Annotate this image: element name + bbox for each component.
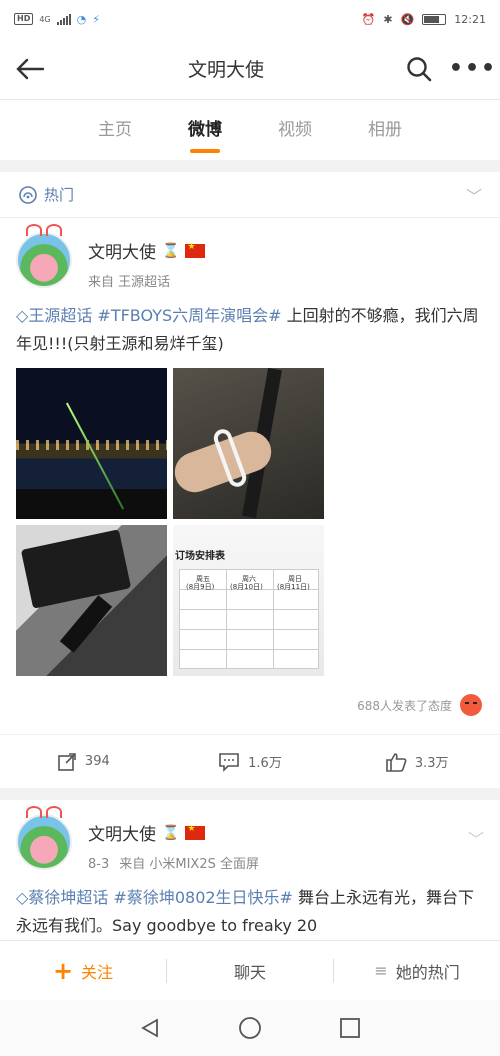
search-button[interactable] [392, 38, 446, 100]
angry-emoji-icon [460, 694, 482, 716]
share-icon [58, 752, 76, 771]
menu-icon: ≡ [374, 961, 388, 980]
recents-square-icon[interactable] [339, 1017, 361, 1039]
follow-label: 关注 [81, 962, 114, 982]
tab-album[interactable]: 相册 [368, 100, 402, 160]
signal-icon [56, 13, 71, 25]
avatar[interactable] [16, 224, 72, 288]
schedule-cell: (8月11日) [277, 583, 310, 591]
schedule-cell: (8月10日) [230, 583, 263, 591]
diamond-icon: ◇ [16, 306, 29, 325]
attitude-row[interactable]: 688人发表了态度 [0, 676, 500, 716]
hd-badge: HD [14, 13, 34, 25]
chat-button[interactable]: 聊天 [167, 959, 333, 983]
post-menu-chevron-icon[interactable]: ﹀ [468, 814, 484, 850]
like-button[interactable]: 3.3万 [333, 752, 500, 772]
weibo-post[interactable]: 文明大使 ⌛ 8-3 来自 小米MIX2S 全面屏 ﹀ ◇蔡徐坤超话 #蔡徐坤08… [0, 800, 500, 940]
comment-button[interactable]: 1.6万 [167, 752, 334, 772]
hot-icon [19, 185, 37, 204]
repost-count: 394 [84, 754, 110, 769]
comment-icon [219, 752, 239, 772]
hashtag-link[interactable]: #TFBOYS六周年演唱会# [97, 306, 281, 325]
chevron-down-icon[interactable]: ﹀ [466, 183, 482, 207]
arrow-left-icon [16, 58, 45, 79]
china-flag-icon [185, 242, 206, 258]
tab-home[interactable]: 主页 [98, 100, 132, 160]
profile-bottom-bar: + 关注 聊天 ≡ 她的热门 [0, 940, 500, 1000]
schedule-cell: (8月9日) [186, 583, 215, 591]
nav-header: 文明大使 ••• [0, 38, 500, 100]
page-title: 文明大使 [187, 59, 264, 81]
follow-button[interactable]: + 关注 [0, 959, 166, 983]
profile-tabs: 主页 微博 视频 相册 [0, 100, 500, 160]
charge-icon: ⚡ [92, 12, 100, 26]
bluetooth-icon: ✱ [383, 12, 393, 26]
more-icon: ••• [448, 56, 498, 81]
back-triangle-icon[interactable] [139, 1017, 161, 1039]
thumbs-up-icon [386, 752, 407, 772]
system-nav-bar [0, 1000, 500, 1056]
topic-link[interactable]: 蔡徐坤超话 [28, 888, 108, 907]
tab-weibo[interactable]: 微博 [188, 100, 222, 160]
image-grid: 订场安排表 周五 周六 周日 (8月9日) (8月10日) (8月11日) [0, 358, 500, 676]
hashtag-link[interactable]: #蔡徐坤0802生日快乐# [113, 888, 293, 907]
topic-link[interactable]: 王源超话 [28, 306, 92, 325]
hot-label: 热门 [44, 186, 75, 204]
comment-count: 1.6万 [248, 756, 282, 771]
her-hot-button[interactable]: ≡ 她的热门 [334, 959, 500, 983]
post-date: 8-3 [88, 857, 110, 872]
chat-label: 聊天 [233, 962, 266, 982]
more-button[interactable]: ••• [446, 38, 500, 100]
mute-icon: 🔇 [400, 12, 415, 26]
post-text: ◇王源超话 #TFBOYS六周年演唱会# 上回射的不够瘾，我们六周年见!!!(只… [0, 290, 500, 358]
post-image-hand-laser[interactable] [173, 368, 324, 519]
diamond-icon: ◇ [16, 888, 29, 907]
back-button[interactable] [0, 38, 60, 100]
repost-button[interactable]: 394 [0, 752, 167, 772]
post-source: 8-3 来自 小米MIX2S 全面屏 [88, 853, 259, 872]
post-image-schedule[interactable]: 订场安排表 周五 周六 周日 (8月9日) (8月10日) (8月11日) [173, 525, 324, 676]
hourglass-icon: ⌛ [162, 242, 180, 259]
avatar[interactable] [16, 806, 72, 870]
search-icon [407, 56, 432, 81]
alarm-icon: ⏰ [361, 12, 376, 26]
post-source: 来自 王源超话 [88, 275, 171, 290]
sync-icon: ◔ [76, 12, 87, 26]
schedule-title: 订场安排表 [175, 551, 225, 562]
user-name[interactable]: 文明大使 [88, 238, 156, 263]
hot-filter-bar[interactable]: 热门 ﹀ [0, 172, 500, 218]
attitude-text: 688人发表了态度 [357, 698, 452, 713]
post-text: ◇蔡徐坤超话 #蔡徐坤0802生日快乐# 舞台上永远有光，舞台下永远有我们。Sa… [0, 872, 500, 940]
plus-icon: + [52, 956, 74, 985]
battery-icon [422, 13, 447, 25]
post-image-laser-night[interactable] [16, 368, 167, 519]
user-name[interactable]: 文明大使 [88, 820, 156, 845]
her-hot-label: 她的热门 [395, 962, 460, 982]
post-actions: 394 1.6万 3.3万 [0, 734, 500, 788]
tab-video[interactable]: 视频 [278, 100, 312, 160]
network-label: 4G [39, 14, 51, 24]
weibo-post[interactable]: 文明大使 ⌛ 来自 王源超话 ◇王源超话 #TFBOYS六周年演唱会# 上回射的… [0, 218, 500, 788]
home-circle-icon[interactable] [238, 1016, 262, 1040]
china-flag-icon [185, 824, 206, 840]
hourglass-icon: ⌛ [162, 824, 180, 841]
status-bar: HD 4G ◔ ⚡ ⏰ ✱ 🔇 12:21 [0, 0, 500, 38]
post-source-text: 来自 小米MIX2S 全面屏 [119, 857, 259, 872]
post-image-package[interactable] [16, 525, 167, 676]
like-count: 3.3万 [414, 756, 449, 771]
clock: 12:21 [454, 12, 486, 26]
